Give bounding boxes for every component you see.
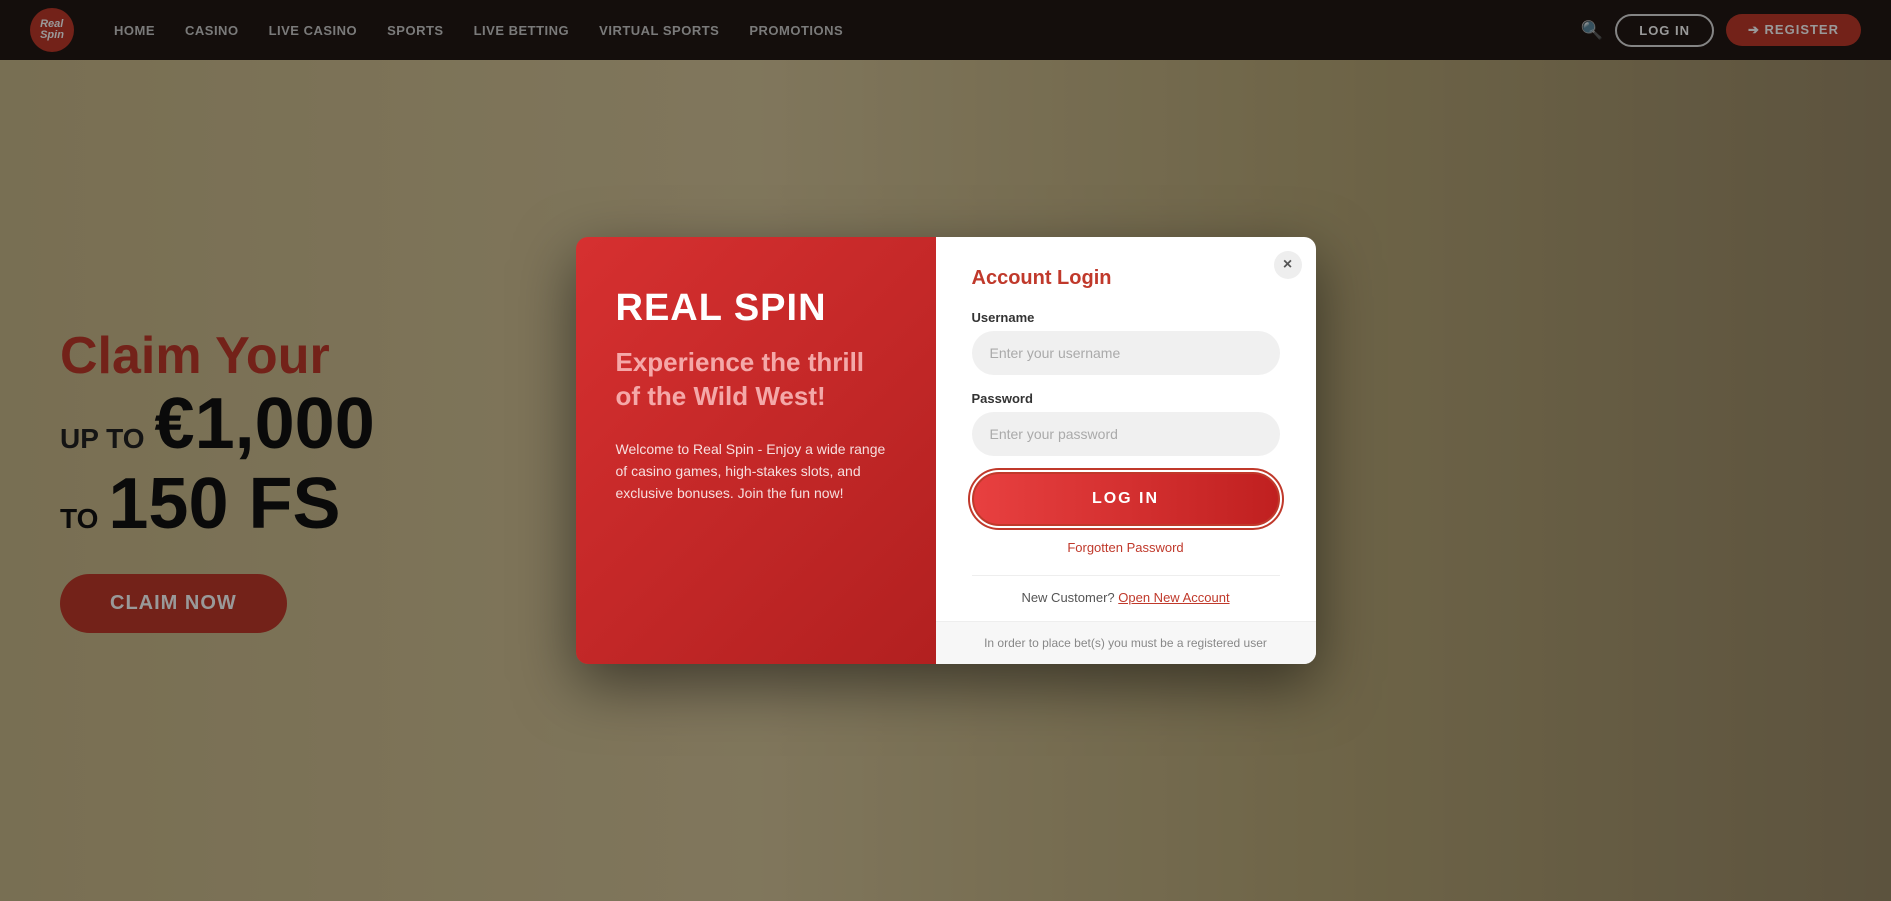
modal-backdrop: REAL SPIN Experience the thrill of the W… (0, 0, 1891, 901)
forgotten-password-link[interactable]: Forgotten Password (972, 540, 1280, 555)
modal-right-panel: × Account Login Username Password LOG IN… (936, 237, 1316, 664)
username-label: Username (972, 310, 1280, 325)
modal-footer-note: In order to place bet(s) you must be a r… (936, 621, 1316, 664)
modal-title: Account Login (972, 267, 1280, 290)
login-modal: REAL SPIN Experience the thrill of the W… (576, 237, 1316, 664)
new-customer-row: New Customer? Open New Account (972, 590, 1280, 605)
password-input[interactable] (972, 412, 1280, 456)
open-account-link[interactable]: Open New Account (1118, 590, 1229, 605)
login-submit-button[interactable]: LOG IN (972, 472, 1280, 526)
modal-close-button[interactable]: × (1274, 251, 1302, 279)
modal-left-panel: REAL SPIN Experience the thrill of the W… (576, 237, 936, 664)
modal-description: Welcome to Real Spin - Enjoy a wide rang… (616, 438, 896, 505)
password-label: Password (972, 391, 1280, 406)
modal-brand-title: REAL SPIN (616, 287, 896, 330)
username-input[interactable] (972, 331, 1280, 375)
modal-tagline: Experience the thrill of the Wild West! (616, 346, 896, 414)
new-customer-text: New Customer? (1021, 590, 1114, 605)
divider (972, 575, 1280, 576)
